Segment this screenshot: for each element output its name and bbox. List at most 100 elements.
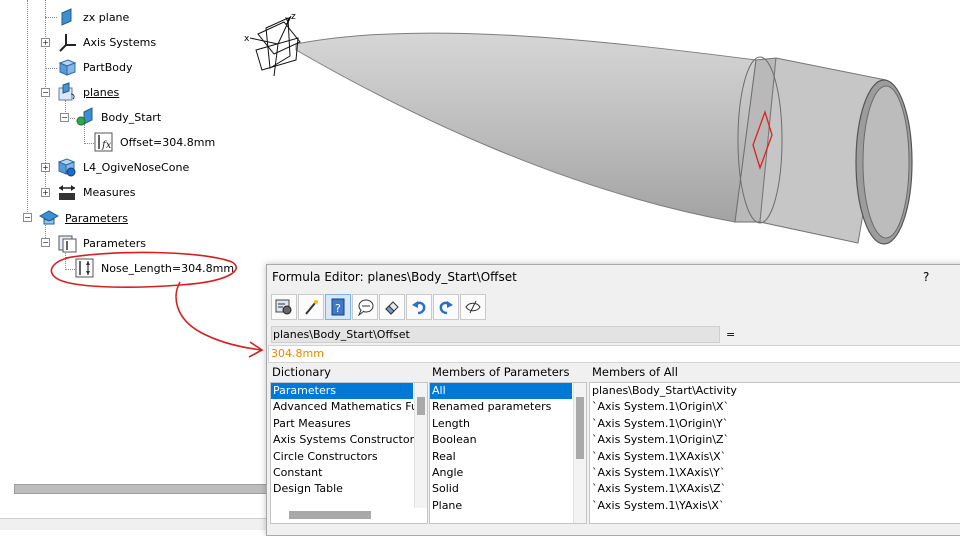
tree-item-zx-plane[interactable]: zx plane xyxy=(57,7,129,27)
list-item[interactable]: `Axis System.1\XAxis\Z` xyxy=(590,481,960,497)
list-item[interactable]: Advanced Mathematics Fu xyxy=(271,399,427,415)
axis-system-icon xyxy=(59,34,76,52)
tree-item-offset[interactable]: fx Offset=304.8mm xyxy=(94,132,215,152)
members-of-all-list[interactable]: planes\Body_Start\Activity `Axis System.… xyxy=(589,382,960,524)
list-item[interactable]: planes\Body_Start\Activity xyxy=(590,383,960,399)
erase-button[interactable] xyxy=(379,294,405,320)
x-axis-label: x xyxy=(244,34,250,44)
tree-item-label: Axis Systems xyxy=(83,35,157,49)
tree-item-body-start[interactable]: Body_Start xyxy=(75,107,161,127)
tree-connector xyxy=(27,0,28,218)
list-item[interactable]: `Axis System.1\Origin\Y` xyxy=(590,416,960,432)
scroll-thumb[interactable] xyxy=(576,397,584,459)
geometrical-set-icon xyxy=(58,82,75,101)
equals-sign: = xyxy=(726,328,736,341)
length-parameter-icon xyxy=(75,258,94,278)
annotation-arrowhead xyxy=(248,341,264,358)
help-toggle-button[interactable]: ? xyxy=(325,294,351,320)
formula-toolbar: ? xyxy=(271,294,487,322)
tree-connector xyxy=(65,269,75,270)
tree-item-axis-systems[interactable]: Axis Systems xyxy=(57,32,156,52)
tree-item-planes[interactable]: planes xyxy=(57,82,119,102)
list-item[interactable]: Plane xyxy=(430,498,586,514)
members-of-parameters-list[interactable]: All Renamed parameters Length Boolean Re… xyxy=(429,382,587,524)
tree-item-parameters-set[interactable]: Parameters xyxy=(57,233,146,253)
dictionary-horizontal-scroll-thumb[interactable] xyxy=(289,511,371,519)
tree-item-nose-length[interactable]: Nose_Length=304.8mm xyxy=(75,258,234,278)
list-item[interactable]: Renamed parameters xyxy=(430,399,586,415)
redo-button[interactable] xyxy=(433,294,459,320)
list-item[interactable]: Circle Constructors xyxy=(271,449,427,465)
undo-icon xyxy=(412,301,426,315)
formula-parameter-icon: fx xyxy=(94,132,113,152)
dictionary-header: Dictionary xyxy=(272,365,331,379)
collapse-button[interactable]: − xyxy=(41,88,50,97)
list-item[interactable]: Solid xyxy=(430,481,586,497)
tree-item-measures[interactable]: Measures xyxy=(57,182,135,202)
body-icon xyxy=(57,158,76,177)
list-item-parameters[interactable]: Parameters xyxy=(271,383,413,400)
tree-item-label: Body_Start xyxy=(101,110,162,124)
collapse-button[interactable]: − xyxy=(23,213,32,222)
dictionary-list[interactable]: Parameters Advanced Mathematics Fu Part … xyxy=(270,382,428,524)
list-item[interactable]: Design Table xyxy=(271,481,427,497)
axis-triad: x y z xyxy=(244,12,301,77)
list-item[interactable]: `Axis System.1\YAxis\X` xyxy=(590,498,960,514)
help-icon: ? xyxy=(331,298,345,316)
list-item[interactable]: Part Measures xyxy=(271,416,427,432)
3d-viewport[interactable]: x y z xyxy=(240,0,960,262)
show-hide-button[interactable] xyxy=(460,294,486,320)
list-item[interactable]: Angle xyxy=(430,465,586,481)
expand-button[interactable]: + xyxy=(41,163,50,172)
collapse-button[interactable]: − xyxy=(60,113,69,122)
list-item-all[interactable]: All xyxy=(430,383,572,400)
tree-horizontal-scrollbar[interactable] xyxy=(14,484,268,494)
tree-connector xyxy=(84,124,85,144)
members-of-parameters-header: Members of Parameters xyxy=(432,365,570,379)
scroll-thumb[interactable] xyxy=(417,397,425,415)
formula-input[interactable]: 304.8mm xyxy=(268,345,960,363)
plane-icon xyxy=(61,8,72,26)
measure-button[interactable] xyxy=(352,294,378,320)
import-formula-icon xyxy=(275,299,292,315)
magic-wand-icon xyxy=(305,300,318,315)
members-of-all-header: Members of All xyxy=(592,365,678,379)
list-item[interactable]: `Axis System.1\XAxis\Y` xyxy=(590,465,960,481)
eraser-icon xyxy=(385,301,399,315)
import-formula-button[interactable] xyxy=(271,294,297,320)
tree-connector xyxy=(45,68,57,69)
svg-text:fx: fx xyxy=(101,140,112,151)
list-item[interactable]: Constant xyxy=(271,465,427,481)
plane-icon xyxy=(76,107,93,126)
formula-editor-dialog: Formula Editor: planes\Body_Start\Offset… xyxy=(266,264,960,536)
tree-item-partbody[interactable]: PartBody xyxy=(57,57,132,77)
wizard-button[interactable] xyxy=(298,294,324,320)
collapse-button[interactable]: − xyxy=(41,238,50,247)
expand-button[interactable]: + xyxy=(41,38,50,47)
list-item[interactable]: Boolean xyxy=(430,432,586,448)
list-item[interactable]: `Axis System.1\Origin\X` xyxy=(590,399,960,415)
list-item[interactable]: `Axis System.1\Origin\Z` xyxy=(590,432,960,448)
tree-item-l4-ogivenosecone[interactable]: L4_OgiveNoseCone xyxy=(57,157,189,177)
list-item[interactable]: `Axis System.1\XAxis\X` xyxy=(590,449,960,465)
redo-icon xyxy=(439,301,453,315)
dictionary-vertical-scrollbar[interactable] xyxy=(414,383,427,508)
nose-cone-surface xyxy=(295,32,757,223)
measure-icon xyxy=(59,185,75,200)
tree-connector xyxy=(65,250,66,270)
undo-button[interactable] xyxy=(406,294,432,320)
expand-button[interactable]: + xyxy=(41,188,50,197)
list-item[interactable]: Length xyxy=(430,416,586,432)
tree-item-label: planes xyxy=(83,85,120,99)
tube-inner-wall xyxy=(862,85,910,239)
members-vertical-scrollbar[interactable] xyxy=(573,383,586,523)
parameter-name-field: planes\Body_Start\Offset xyxy=(271,326,720,343)
list-item[interactable]: Axis Systems Constructors xyxy=(271,432,427,448)
help-button[interactable]: ? xyxy=(923,270,929,284)
part-body-icon xyxy=(58,59,77,76)
tree-item-label: PartBody xyxy=(83,60,133,74)
dialog-title: Formula Editor: planes\Body_Start\Offset xyxy=(272,270,517,284)
list-item[interactable]: Real xyxy=(430,449,586,465)
tree-connector xyxy=(45,17,57,18)
tree-item-parameters-root[interactable]: Parameters xyxy=(39,208,128,228)
